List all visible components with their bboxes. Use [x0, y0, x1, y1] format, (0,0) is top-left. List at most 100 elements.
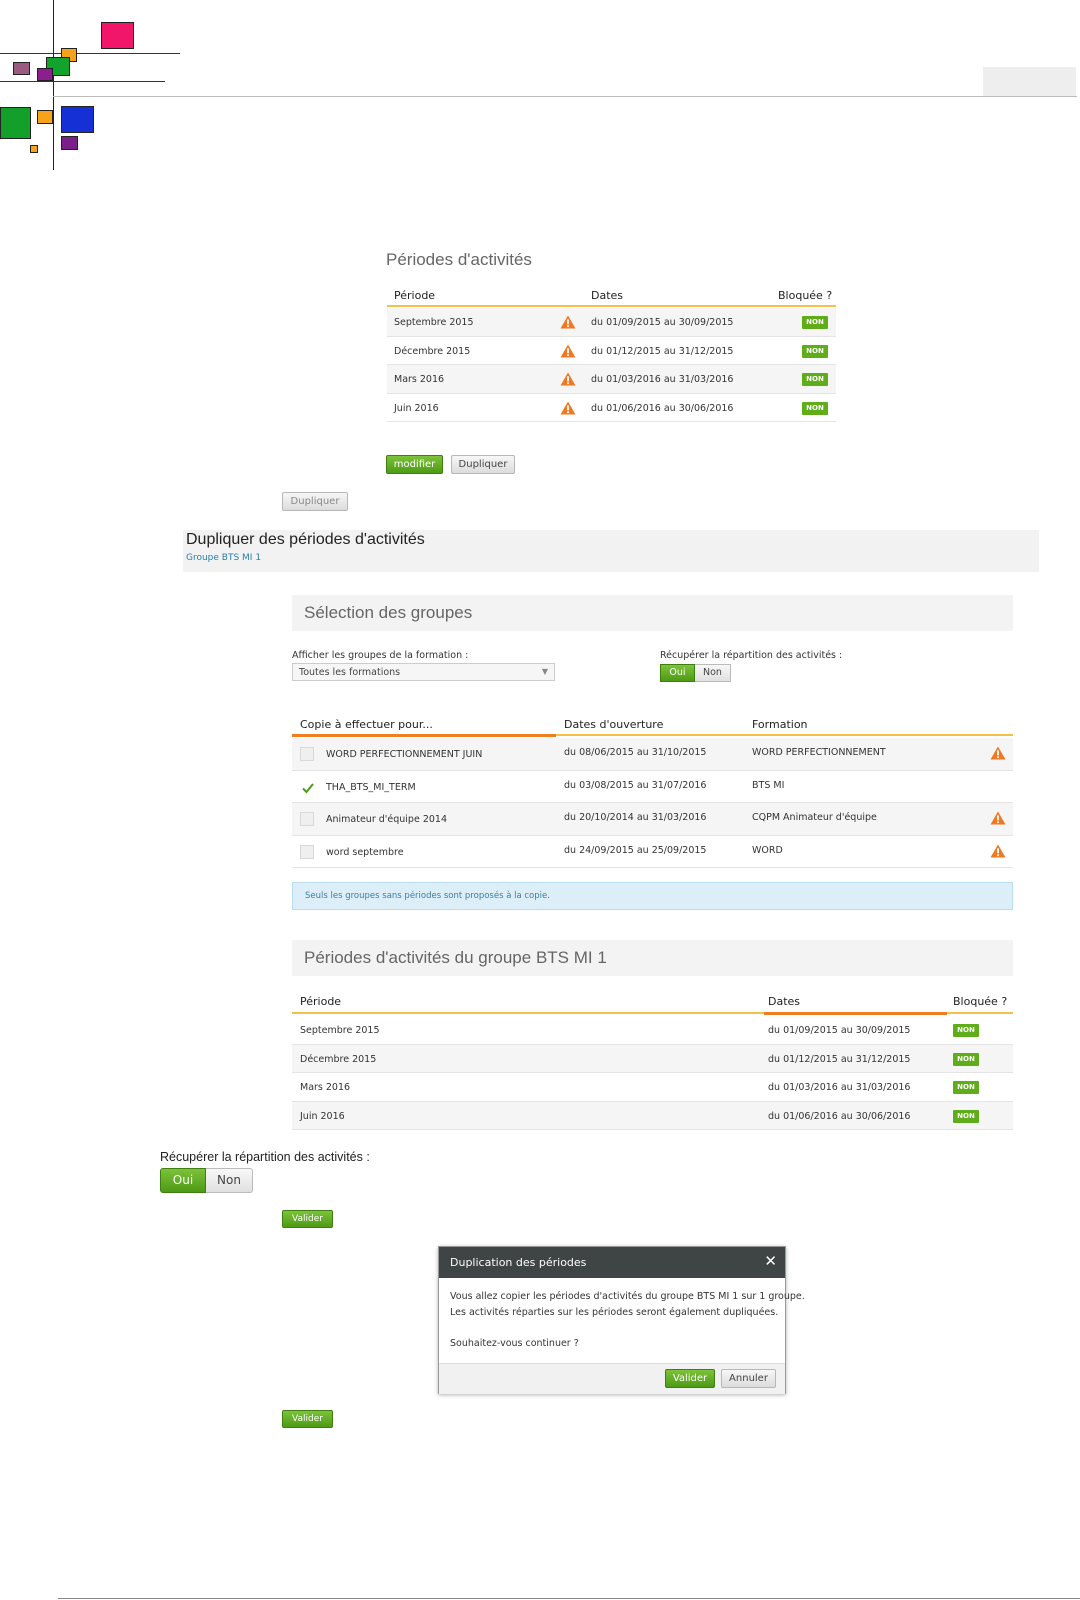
- modify-button[interactable]: modifier: [386, 455, 443, 474]
- group-period-dates: du 01/09/2015 au 30/09/2015: [768, 1025, 911, 1036]
- dialog-validate-button[interactable]: Valider: [665, 1369, 715, 1388]
- duplication-dialog: Duplication des périodes ✕ Vous allez co…: [438, 1246, 805, 1394]
- duplicate-button[interactable]: Dupliquer: [451, 455, 515, 474]
- period-row: Décembre 2015 du 01/12/2015 au 31/12/2015…: [387, 337, 836, 365]
- warning-icon: [990, 844, 1006, 857]
- dialog-cancel-button[interactable]: Annuler: [721, 1369, 776, 1388]
- group-period-blocked-badge: NON: [953, 1109, 979, 1123]
- blocked-badge: NON: [802, 373, 828, 386]
- group-period-dates: du 01/03/2016 au 31/03/2016: [768, 1082, 911, 1093]
- group-checkbox[interactable]: [300, 779, 314, 794]
- filter-label: Afficher les groupes de la formation :: [292, 650, 469, 661]
- groups-header-underline-accent: [292, 734, 556, 737]
- logo-top-line: [0, 53, 180, 54]
- checkmark-icon: [302, 782, 314, 793]
- periods-header-bloquee: Bloquée ?: [778, 289, 833, 302]
- header-right-tab: [983, 67, 1076, 96]
- group-checkbox[interactable]: [300, 812, 314, 826]
- group-checkbox[interactable]: [300, 747, 314, 761]
- group-formation: CQPM Animateur d'équipe: [752, 812, 877, 823]
- blocked-badge: NON: [802, 344, 828, 358]
- formation-select-value: Toutes les formations: [299, 667, 401, 678]
- validate-button[interactable]: Valider: [282, 1210, 333, 1228]
- group-period-row: Septembre 2015 du 01/09/2015 au 30/09/201…: [292, 1016, 1013, 1045]
- period-dates: du 01/06/2016 au 30/06/2016: [591, 402, 734, 414]
- large-recup-toggle[interactable]: Oui Non: [160, 1168, 253, 1193]
- dialog-title: Duplication des périodes: [450, 1256, 587, 1269]
- group-name: THA_BTS_MI_TERM: [326, 781, 416, 793]
- warning-icon: [990, 746, 1006, 760]
- large-recup-no-option[interactable]: Non: [206, 1168, 253, 1193]
- blocked-badge: NON: [802, 401, 828, 415]
- logo-purple-square: [37, 68, 53, 81]
- group-period-name: Juin 2016: [300, 1110, 345, 1122]
- period-name: Mars 2016: [394, 374, 445, 385]
- info-box: Seuls les groupes sans périodes sont pro…: [292, 882, 1013, 910]
- group-period-row: Mars 2016 du 01/03/2016 au 31/03/2016 NON: [292, 1073, 1013, 1102]
- dialog-line1-group: groupe BTS MI 1: [660, 1291, 739, 1302]
- group-row: THA_BTS_MI_TERM du 03/08/2015 au 31/07/20…: [292, 771, 1013, 803]
- group-dates: du 24/09/2015 au 25/09/2015: [564, 844, 707, 856]
- warning-icon: [560, 401, 576, 414]
- standalone-duplicate-button[interactable]: Dupliquer: [282, 492, 348, 511]
- dialog-line1-post: .: [801, 1291, 805, 1302]
- period-dates: du 01/03/2016 au 31/03/2016: [591, 374, 734, 385]
- warning-icon: [560, 344, 576, 357]
- period-row: Septembre 2015 du 01/09/2015 au 30/09/201…: [387, 308, 836, 337]
- chevron-down-icon: ▼: [541, 667, 548, 676]
- period-row: Mars 2016 du 01/03/2016 au 31/03/2016 NON: [387, 365, 836, 394]
- logo-mauve-square: [13, 62, 30, 75]
- logo-mid-line: [0, 81, 165, 82]
- period-name: Juin 2016: [394, 402, 439, 414]
- periods-header-periode: Période: [394, 289, 436, 302]
- dialog-line1-count: 1 groupe: [759, 1291, 802, 1302]
- header-rule: [53, 96, 1077, 97]
- dialog-header: Duplication des périodes ✕: [439, 1247, 785, 1278]
- group-row: Animateur d'équipe 2014 du 20/10/2014 au …: [292, 803, 1013, 836]
- period-dates: du 01/09/2015 au 30/09/2015: [591, 317, 734, 328]
- duplicate-page-subtitle[interactable]: Groupe BTS MI 1: [186, 553, 261, 563]
- group-periods-header-bloquee: Bloquée ?: [953, 995, 1008, 1008]
- logo: [0, 0, 185, 170]
- group-periods-header-periode: Période: [300, 995, 342, 1008]
- dialog-message-line1: Vous allez copier les périodes d'activit…: [450, 1291, 805, 1302]
- group-dates: du 03/08/2015 au 31/07/2016: [564, 779, 707, 791]
- period-dates: du 01/12/2015 au 31/12/2015: [591, 345, 734, 357]
- group-periods-header-dates: Dates: [768, 995, 801, 1008]
- group-period-blocked-badge: NON: [953, 1081, 979, 1094]
- warning-icon: [560, 372, 576, 386]
- duplicate-page-title: Dupliquer des périodes d'activités: [186, 531, 425, 548]
- group-periods-header-underline-accent: [764, 1012, 947, 1015]
- logo-big-green-square: [0, 107, 31, 139]
- formation-select[interactable]: Toutes les formations ▼: [292, 663, 555, 681]
- group-period-row: Juin 2016 du 01/06/2016 au 30/06/2016 NON: [292, 1101, 1013, 1130]
- group-period-blocked-badge: NON: [953, 1024, 979, 1037]
- group-period-dates: du 01/12/2015 au 31/12/2015: [768, 1053, 911, 1065]
- group-period-dates: du 01/06/2016 au 30/06/2016: [768, 1110, 911, 1122]
- large-recup-label: Récupérer la répartition des activités :: [160, 1150, 370, 1164]
- close-icon[interactable]: ✕: [764, 1252, 777, 1270]
- logo-vertical-line: [53, 0, 54, 170]
- logo-small-orange-square: [37, 110, 53, 124]
- group-period-row: Décembre 2015 du 01/12/2015 au 31/12/2015…: [292, 1044, 1013, 1073]
- large-recup-yes-option[interactable]: Oui: [160, 1168, 206, 1193]
- validate-button-2[interactable]: Valider: [282, 1410, 333, 1428]
- recup-no-option[interactable]: Non: [695, 664, 731, 682]
- group-formation: BTS MI: [752, 779, 785, 791]
- group-row: WORD PERFECTIONNEMENT JUIN du 08/06/2015 …: [292, 738, 1013, 771]
- group-periods-title: Périodes d'activités du groupe BTS MI 1: [304, 948, 607, 967]
- dialog-line1-mid: sur: [738, 1291, 760, 1302]
- groups-header-dates: Dates d'ouverture: [564, 718, 664, 731]
- selection-section-title: Sélection des groupes: [304, 603, 473, 622]
- group-checkbox[interactable]: [300, 844, 314, 859]
- recup-toggle[interactable]: Oui Non: [660, 664, 731, 682]
- group-name: Animateur d'équipe 2014: [326, 814, 447, 825]
- recup-yes-option[interactable]: Oui: [660, 664, 695, 682]
- dialog-line1-text: Vous allez copier les périodes d'activit…: [450, 1291, 661, 1302]
- periods-header-dates: Dates: [591, 289, 624, 302]
- group-period-blocked-badge: NON: [953, 1052, 979, 1066]
- group-period-name: Décembre 2015: [300, 1053, 377, 1065]
- periods-header-underline: [387, 305, 836, 307]
- logo-pink-square: [101, 22, 134, 49]
- group-name: WORD PERFECTIONNEMENT JUIN: [326, 749, 483, 760]
